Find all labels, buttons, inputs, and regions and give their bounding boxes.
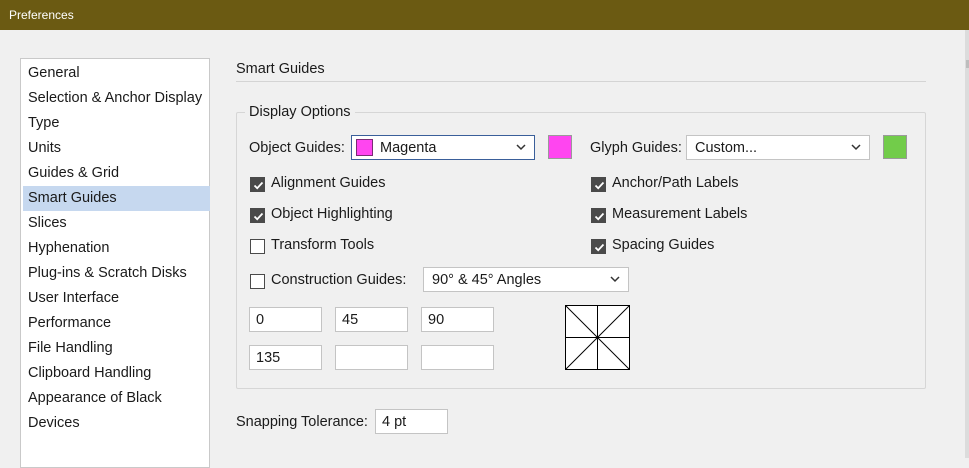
- alignment-guides-label: Alignment Guides: [271, 175, 386, 191]
- sidebar-item-type[interactable]: Type: [23, 111, 210, 136]
- spacing-guides-label: Spacing Guides: [612, 237, 715, 253]
- checkbox-checked-icon[interactable]: [250, 208, 265, 223]
- checkbox-checked-icon[interactable]: [591, 208, 606, 223]
- sidebar-item-devices[interactable]: Devices: [23, 411, 210, 436]
- angle-field-4[interactable]: 135: [249, 345, 322, 370]
- angle-field-2[interactable]: 45: [335, 307, 408, 332]
- object-guides-dropdown[interactable]: Magenta: [351, 135, 535, 160]
- glyph-guides-color-swatch[interactable]: [883, 135, 907, 159]
- sidebar-item-units[interactable]: Units: [23, 136, 210, 161]
- window-title: Preferences: [9, 8, 74, 22]
- angle-value: 135: [256, 350, 281, 366]
- angle-value: 90: [428, 312, 445, 328]
- chevron-down-icon: [610, 276, 620, 283]
- checkbox-unchecked-icon[interactable]: [250, 239, 265, 254]
- display-options-label: Display Options: [245, 104, 355, 120]
- object-guides-label: Object Guides:: [249, 140, 345, 156]
- sidebar-item-selection-anchor-display[interactable]: Selection & Anchor Display: [23, 86, 210, 111]
- sidebar-item-smart-guides[interactable]: Smart Guides: [23, 186, 210, 211]
- category-list[interactable]: General Selection & Anchor Display Type …: [20, 58, 210, 468]
- measurement-labels-label: Measurement Labels: [612, 206, 748, 222]
- checkbox-checked-icon[interactable]: [591, 239, 606, 254]
- sidebar-item-general[interactable]: General: [23, 61, 210, 86]
- section-divider: [236, 81, 926, 82]
- angle-preview-icon: [565, 305, 630, 370]
- object-guides-value: Magenta: [380, 140, 437, 156]
- construction-guides-label: Construction Guides:: [271, 272, 407, 288]
- sidebar-item-hyphenation[interactable]: Hyphenation: [23, 236, 210, 261]
- sidebar-item-slices[interactable]: Slices: [23, 211, 210, 236]
- sidebar-item-plugins-scratch-disks[interactable]: Plug-ins & Scratch Disks: [23, 261, 210, 286]
- angle-field-3[interactable]: 90: [421, 307, 494, 332]
- transform-tools-label: Transform Tools: [271, 237, 375, 253]
- object-highlighting-label: Object Highlighting: [271, 206, 393, 222]
- angle-field-6[interactable]: [421, 345, 494, 370]
- angle-field-1[interactable]: 0: [249, 307, 322, 332]
- snapping-tolerance-value: 4 pt: [382, 414, 407, 430]
- sidebar-item-appearance-of-black[interactable]: Appearance of Black: [23, 386, 210, 411]
- construction-guides-value: 90° & 45° Angles: [432, 272, 542, 288]
- checkbox-checked-icon[interactable]: [591, 177, 606, 192]
- snapping-tolerance-label: Snapping Tolerance:: [236, 414, 368, 430]
- snapping-tolerance-input[interactable]: 4 pt: [375, 409, 448, 434]
- sidebar-item-guides-grid[interactable]: Guides & Grid: [23, 161, 210, 186]
- page-title: Smart Guides: [236, 61, 325, 77]
- object-guides-color-swatch[interactable]: [548, 135, 572, 159]
- chevron-down-icon: [516, 144, 526, 151]
- angle-value: 45: [342, 312, 359, 328]
- angle-value: 0: [256, 312, 265, 328]
- glyph-guides-dropdown[interactable]: Custom...: [686, 135, 870, 160]
- checkbox-checked-icon[interactable]: [250, 177, 265, 192]
- title-bar: Preferences: [0, 0, 969, 30]
- sidebar-item-clipboard-handling[interactable]: Clipboard Handling: [23, 361, 210, 386]
- glyph-guides-label: Glyph Guides:: [590, 140, 682, 156]
- angle-field-5[interactable]: [335, 345, 408, 370]
- sidebar-item-user-interface[interactable]: User Interface: [23, 286, 210, 311]
- chevron-down-icon: [851, 144, 861, 151]
- anchor-path-labels-label: Anchor/Path Labels: [612, 175, 739, 191]
- checkbox-unchecked-icon[interactable]: [250, 274, 265, 289]
- construction-guides-dropdown[interactable]: 90° & 45° Angles: [423, 267, 629, 292]
- magenta-color-chip: [356, 139, 373, 156]
- sidebar-item-file-handling[interactable]: File Handling: [23, 336, 210, 361]
- glyph-guides-value: Custom...: [695, 140, 758, 156]
- window-edge: [965, 30, 969, 458]
- sidebar-item-performance[interactable]: Performance: [23, 311, 210, 336]
